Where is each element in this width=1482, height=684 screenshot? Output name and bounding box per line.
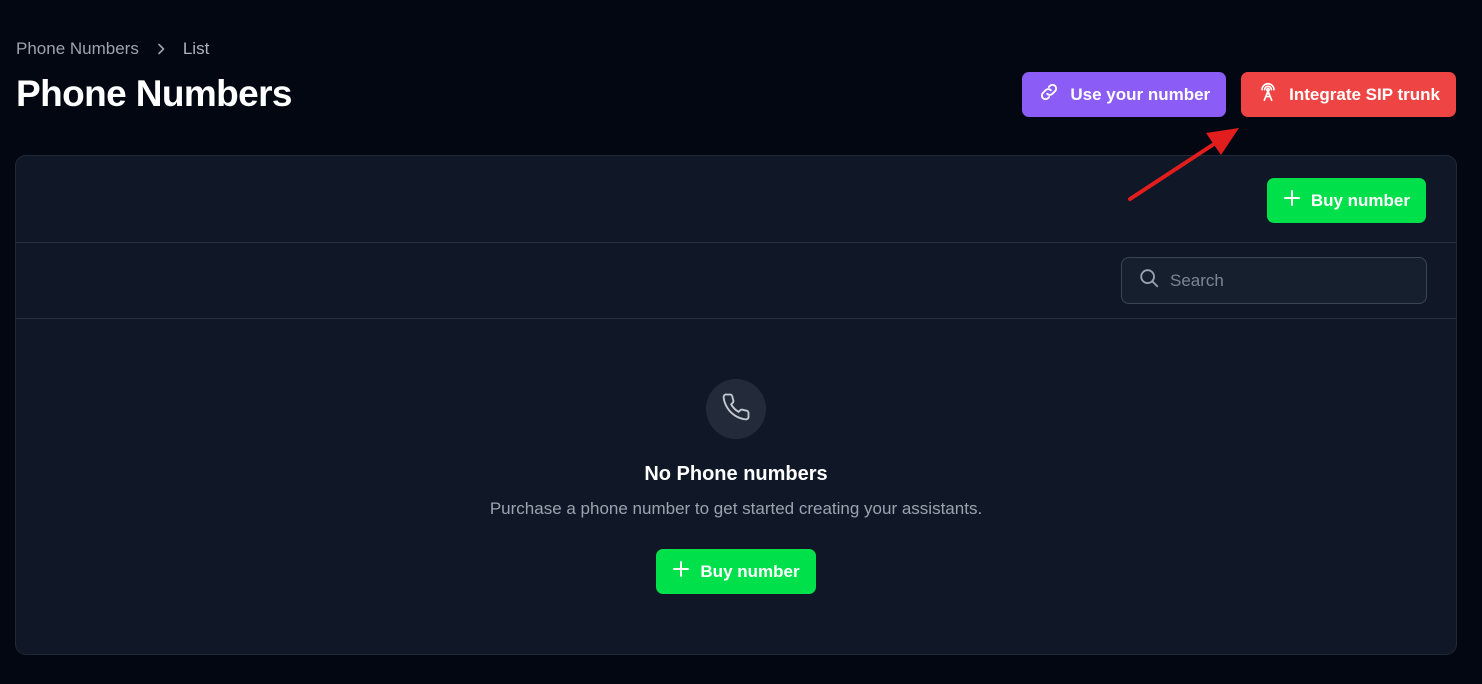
use-your-number-button[interactable]: Use your number	[1022, 72, 1227, 117]
integrate-sip-trunk-label: Integrate SIP trunk	[1289, 84, 1440, 104]
card-toolbar: Buy number	[16, 156, 1456, 243]
phone-icon	[721, 392, 751, 427]
page-title: Phone Numbers	[16, 73, 293, 114]
empty-state-icon	[706, 379, 766, 439]
breadcrumb-root-link[interactable]: Phone Numbers	[16, 39, 139, 59]
search-icon	[1138, 267, 1160, 294]
use-your-number-label: Use your number	[1070, 84, 1211, 104]
empty-state-buy-number-button[interactable]: Buy number	[656, 549, 816, 594]
empty-state-description: Purchase a phone number to get started c…	[489, 499, 983, 518]
phone-numbers-card: Buy number Search No Phone numbers Purch…	[15, 155, 1457, 655]
empty-state-title: No Phone numbers	[644, 463, 828, 485]
empty-state: No Phone numbers Purchase a phone number…	[16, 379, 1456, 594]
plus-icon	[672, 560, 690, 583]
empty-state-buy-number-label: Buy number	[700, 561, 800, 581]
search-input[interactable]	[1170, 270, 1410, 291]
buy-number-label: Buy number	[1310, 190, 1410, 210]
page: Phone Numbers List Phone Numbers Use you…	[0, 0, 1482, 684]
plus-icon	[1283, 189, 1301, 212]
breadcrumb-current: List	[182, 39, 210, 58]
search-row	[16, 243, 1456, 319]
link-icon	[1038, 81, 1060, 108]
integrate-sip-trunk-button[interactable]: Integrate SIP trunk	[1241, 72, 1456, 117]
antenna-icon	[1257, 81, 1279, 108]
buy-number-button[interactable]: Buy number	[1266, 178, 1426, 223]
breadcrumb: Phone Numbers List	[16, 39, 209, 59]
chevron-right-icon	[153, 41, 169, 57]
header-actions: Use your number Integrate SIP trunk	[1022, 72, 1456, 117]
search-box[interactable]	[1121, 257, 1427, 304]
